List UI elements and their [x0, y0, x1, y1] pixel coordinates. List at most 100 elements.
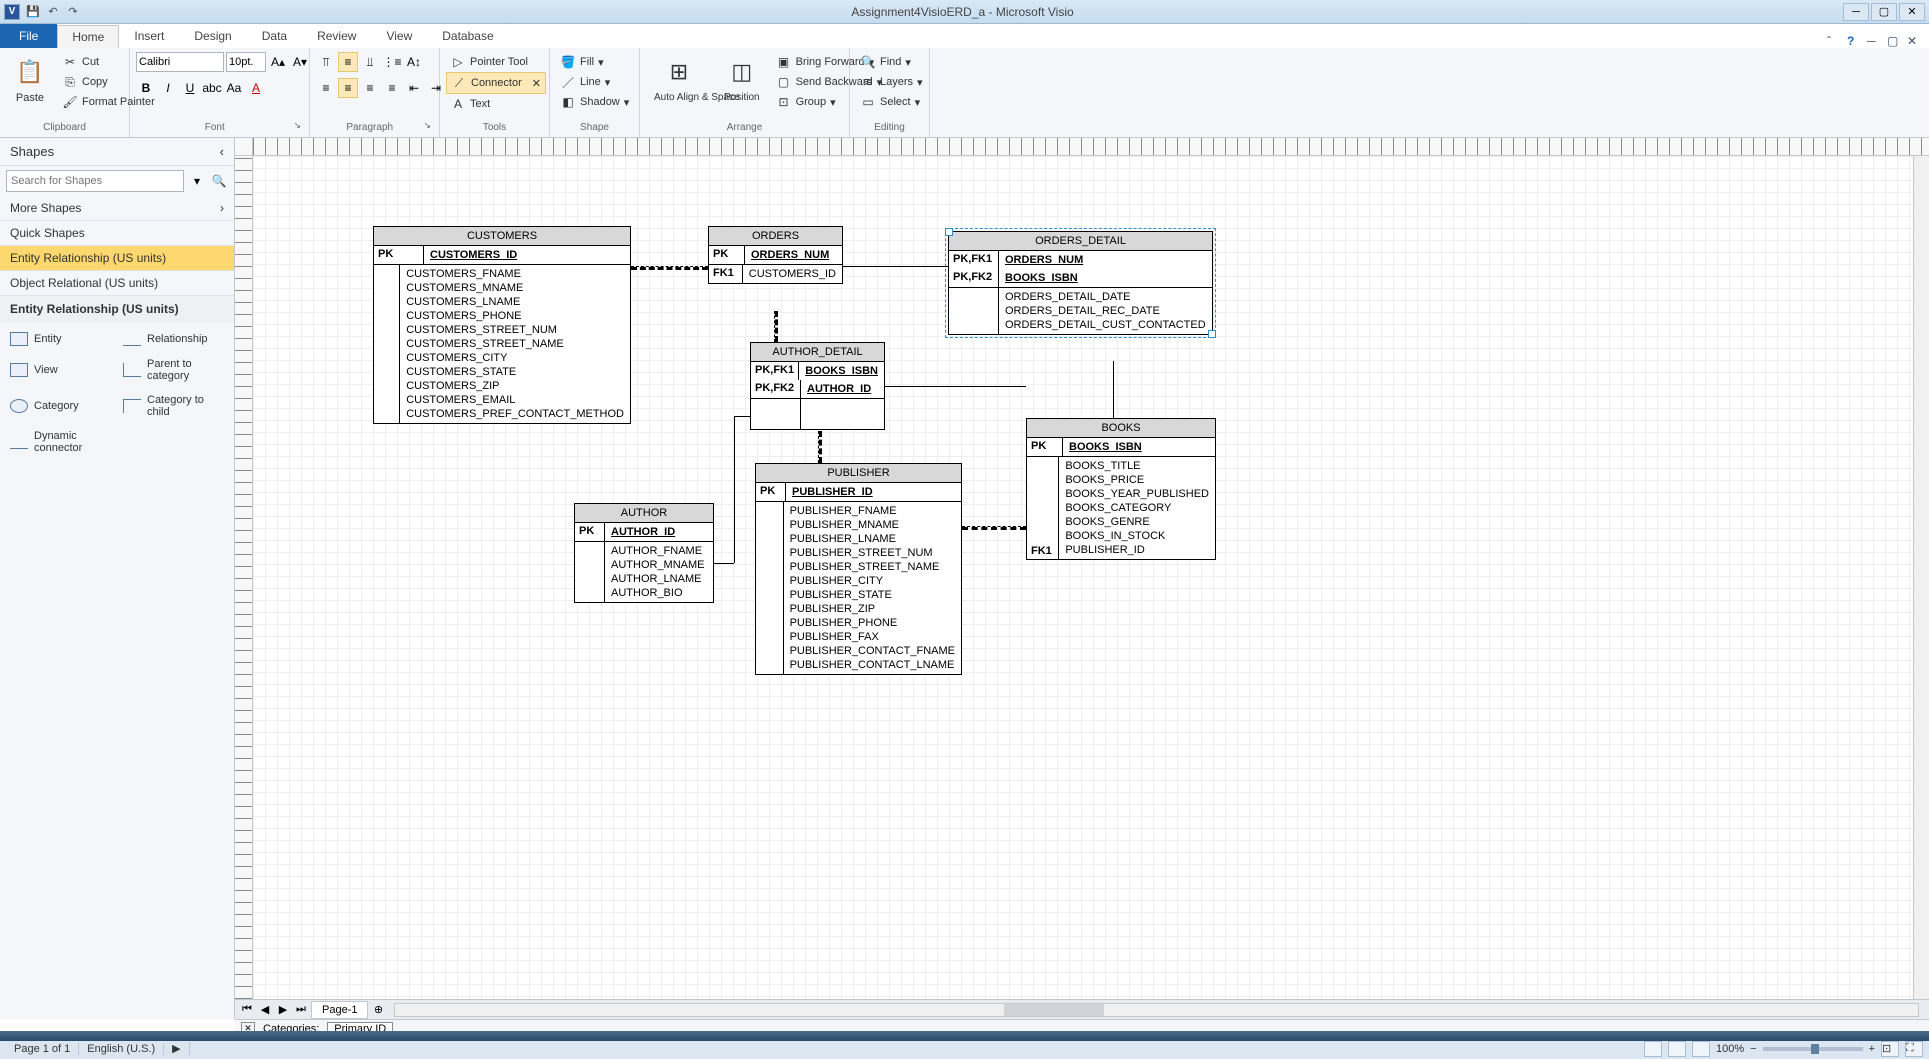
- tab-home[interactable]: Home: [57, 25, 119, 48]
- fill-button[interactable]: 🪣Fill ▾: [556, 52, 608, 72]
- align-left-button[interactable]: ≡: [316, 78, 336, 98]
- zoom-slider[interactable]: [1763, 1047, 1863, 1051]
- align-right-button[interactable]: ≡: [360, 78, 380, 98]
- connector-tool-button[interactable]: ⟋Connector✕: [446, 72, 546, 94]
- entity-orders[interactable]: ORDERS PK ORDERS_NUM FK1 CUSTOMERS_ID: [708, 226, 843, 284]
- tab-insert[interactable]: Insert: [119, 24, 179, 48]
- tab-data[interactable]: Data: [247, 24, 302, 48]
- shape-dynamic-connector[interactable]: Dynamic connector: [6, 426, 115, 458]
- entity-books[interactable]: BOOKS PK BOOKS_ISBN FK1 BOOKS_TITLEBOOKS…: [1026, 418, 1216, 560]
- tab-database[interactable]: Database: [427, 24, 508, 48]
- entity-orders-detail[interactable]: ORDERS_DETAIL PK,FK1 ORDERS_NUM PK,FK2 B…: [948, 231, 1213, 335]
- search-dropdown-button[interactable]: ▾: [188, 170, 206, 192]
- entity-customers[interactable]: CUSTOMERS PK CUSTOMERS_ID CUSTOMERS_FNAM…: [373, 226, 631, 424]
- rel-authordetail-publisher-v[interactable]: [818, 431, 822, 463]
- doc-close-icon[interactable]: ✕: [1907, 34, 1921, 48]
- zoom-in-button[interactable]: +: [1869, 1043, 1875, 1055]
- new-page-button[interactable]: ⊕: [370, 1002, 386, 1018]
- entity-publisher[interactable]: PUBLISHER PK PUBLISHER_ID PUBLISHER_FNAM…: [755, 463, 962, 675]
- doc-restore-icon[interactable]: ▢: [1887, 34, 1901, 48]
- view-mode-1[interactable]: [1644, 1041, 1662, 1057]
- shape-parent-to-category[interactable]: Parent to category: [119, 354, 228, 386]
- position-button[interactable]: ◫Position: [716, 52, 768, 107]
- italic-button[interactable]: I: [158, 78, 178, 98]
- vertical-ruler[interactable]: [235, 156, 253, 999]
- er-us-item[interactable]: Entity Relationship (US units): [0, 246, 234, 271]
- entity-author-detail[interactable]: AUTHOR_DETAIL PK,FK1 BOOKS_ISBN PK,FK2 A…: [750, 342, 885, 430]
- close-button[interactable]: ✕: [1899, 3, 1925, 21]
- font-family-select[interactable]: [136, 52, 224, 72]
- paste-button[interactable]: 📋 Paste: [6, 52, 54, 108]
- prev-page-button[interactable]: ◀: [257, 1002, 273, 1018]
- align-middle-button[interactable]: ≡: [338, 52, 358, 72]
- align-bottom-button[interactable]: ⫫: [360, 52, 380, 72]
- shape-view[interactable]: View: [6, 354, 115, 386]
- zoom-out-button[interactable]: −: [1750, 1043, 1756, 1055]
- fit-page-button[interactable]: ⊡: [1881, 1041, 1899, 1057]
- pointer-tool-button[interactable]: ▷Pointer Tool: [446, 52, 532, 72]
- rel-author-authordetail-v[interactable]: [734, 416, 735, 563]
- shrink-font-button[interactable]: A▾: [290, 52, 310, 72]
- rel-orders-ordersdetail[interactable]: [843, 266, 948, 267]
- strikethrough-button[interactable]: abc: [202, 78, 222, 98]
- font-color-button[interactable]: A: [246, 78, 266, 98]
- font-size-select[interactable]: [226, 52, 266, 72]
- paragraph-dialog-launcher[interactable]: ↘: [423, 120, 433, 135]
- shadow-button[interactable]: ◧Shadow ▾: [556, 92, 633, 112]
- next-page-button[interactable]: ▶: [275, 1002, 291, 1018]
- maximize-button[interactable]: ▢: [1871, 3, 1897, 21]
- quick-shapes-item[interactable]: Quick Shapes: [0, 221, 234, 246]
- status-macro-icon[interactable]: ▶: [164, 1042, 189, 1055]
- view-mode-2[interactable]: [1668, 1041, 1686, 1057]
- tab-design[interactable]: Design: [179, 24, 246, 48]
- decrease-indent-button[interactable]: ⇤: [404, 78, 424, 98]
- rel-author-authordetail-h2[interactable]: [734, 416, 750, 417]
- drawing-canvas[interactable]: CUSTOMERS PK CUSTOMERS_ID CUSTOMERS_FNAM…: [253, 156, 1913, 999]
- taskbar[interactable]: [0, 1031, 1929, 1041]
- rel-customers-orders[interactable]: [631, 266, 708, 270]
- justify-button[interactable]: ≡: [382, 78, 402, 98]
- autoalign-button[interactable]: ⊞Auto Align & Space: [646, 52, 712, 107]
- grow-font-button[interactable]: A▴: [268, 52, 288, 72]
- horizontal-ruler[interactable]: [253, 138, 1929, 156]
- align-center-button[interactable]: ≡: [338, 78, 358, 98]
- tab-file[interactable]: File: [0, 24, 57, 48]
- tab-review[interactable]: Review: [302, 24, 371, 48]
- vertical-scrollbar[interactable]: [1913, 156, 1929, 999]
- shape-entity[interactable]: Entity: [6, 328, 115, 350]
- or-us-item[interactable]: Object Relational (US units): [0, 271, 234, 296]
- undo-button[interactable]: ↶: [44, 3, 62, 21]
- rel-publisher-books[interactable]: [962, 526, 1026, 530]
- zoom-slider-thumb[interactable]: [1811, 1044, 1819, 1054]
- underline-button[interactable]: U: [180, 78, 200, 98]
- line-button[interactable]: ／Line ▾: [556, 72, 614, 92]
- redo-button[interactable]: ↷: [64, 3, 82, 21]
- shape-category-to-child[interactable]: Category to child: [119, 390, 228, 422]
- view-mode-3[interactable]: [1692, 1041, 1710, 1057]
- text-tool-button[interactable]: AText: [446, 94, 494, 114]
- rel-orders-authordetail-v[interactable]: [774, 311, 778, 342]
- shape-relationship[interactable]: Relationship: [119, 328, 228, 350]
- zoom-label[interactable]: 100%: [1716, 1043, 1744, 1055]
- align-top-button[interactable]: ⫪: [316, 52, 336, 72]
- layers-button[interactable]: ≋Layers ▾: [856, 72, 927, 92]
- collapse-icon[interactable]: ‹: [220, 144, 224, 159]
- doc-minimize-icon[interactable]: ─: [1867, 34, 1881, 48]
- case-button[interactable]: Aa: [224, 78, 244, 98]
- fullscreen-button[interactable]: ⛶: [1905, 1041, 1923, 1057]
- status-language[interactable]: English (U.S.): [79, 1043, 164, 1055]
- horizontal-scrollbar[interactable]: [394, 1003, 1919, 1017]
- entity-author[interactable]: AUTHOR PK AUTHOR_ID AUTHOR_FNAMEAUTHOR_M…: [574, 503, 714, 603]
- select-button[interactable]: ▭Select ▾: [856, 92, 924, 112]
- font-dialog-launcher[interactable]: ↘: [293, 120, 303, 135]
- shape-category[interactable]: Category: [6, 390, 115, 422]
- search-input[interactable]: [6, 170, 184, 192]
- search-button[interactable]: 🔍: [210, 170, 228, 192]
- rel-ordersdetail-books[interactable]: [1113, 361, 1114, 418]
- page-1-tab[interactable]: Page-1: [311, 1001, 368, 1019]
- bold-button[interactable]: B: [136, 78, 156, 98]
- scrollbar-thumb[interactable]: [1004, 1004, 1104, 1016]
- help-icon[interactable]: ?: [1847, 34, 1861, 48]
- minimize-button[interactable]: ─: [1843, 3, 1869, 21]
- minimize-ribbon-icon[interactable]: ˆ: [1827, 34, 1841, 48]
